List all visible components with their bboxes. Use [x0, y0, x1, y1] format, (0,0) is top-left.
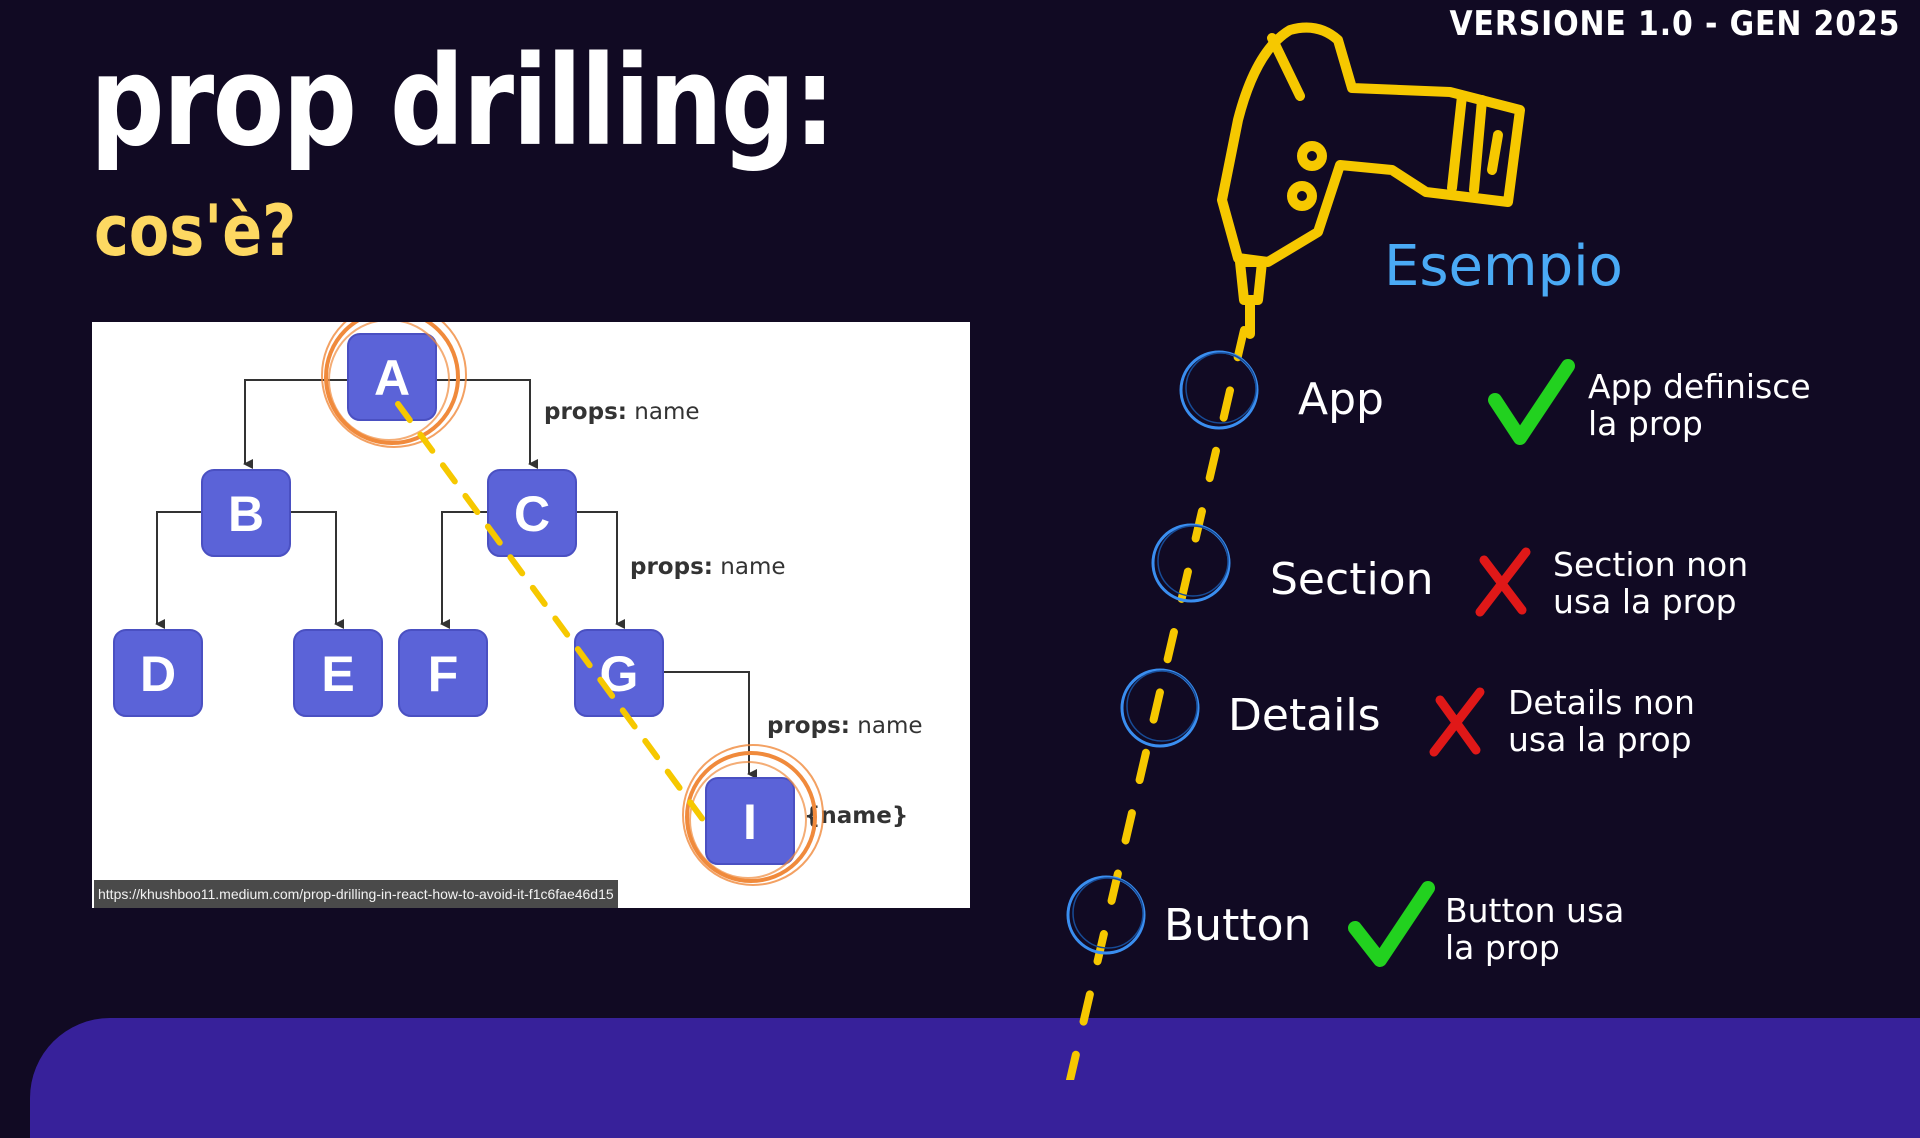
slide-subtitle: cos'è?: [94, 190, 297, 272]
step-name-app: App: [1298, 374, 1384, 425]
edge-a-b: [243, 379, 348, 469]
circle-marker-icon: [1066, 875, 1146, 955]
slide-title: prop drilling:: [90, 30, 836, 174]
step-note-details-line2: usa la prop: [1508, 720, 1692, 759]
step-note-details-line1: Details non: [1508, 683, 1695, 722]
node-i: I: [705, 777, 795, 865]
node-a: A: [347, 333, 437, 421]
step-note-button-line1: Button usa: [1445, 891, 1625, 930]
step-note-section-line1: Section non: [1553, 545, 1749, 584]
step-note-app-line1: App definisce: [1588, 367, 1811, 406]
prop-label-a: props: name: [544, 399, 700, 425]
edge-b-e: [291, 511, 344, 629]
slide: VERSIONE 1.0 - GEN 2025 prop drilling: c…: [0, 0, 1920, 1138]
leaf-annotation: {name}: [804, 803, 908, 829]
bottom-band: [30, 1018, 1920, 1138]
node-c-label: C: [514, 486, 550, 542]
node-e: E: [293, 629, 383, 717]
step-note-details: Details non usa la prop: [1508, 684, 1768, 758]
node-g-label: G: [600, 646, 639, 702]
circle-marker-icon: [1179, 350, 1259, 430]
cross-icon: [1475, 547, 1531, 617]
edge-g-i: [658, 671, 757, 779]
drill-path: [395, 401, 715, 835]
drill-line: [1066, 326, 1248, 1080]
component-tree-diagram: A B C D E F G I props: name props: name …: [92, 322, 970, 908]
cross-icon: [1429, 687, 1485, 757]
step-note-button-line2: la prop: [1445, 928, 1560, 967]
step-name-button: Button: [1164, 900, 1312, 951]
node-b: B: [201, 469, 291, 557]
step-name-section: Section: [1270, 554, 1434, 605]
node-d: D: [113, 629, 203, 717]
node-f-label: F: [428, 646, 459, 702]
check-icon: [1488, 359, 1575, 445]
node-d-label: D: [140, 646, 176, 702]
circle-marker-icon: [1120, 668, 1200, 748]
prop-label-c: props: name: [630, 554, 786, 580]
step-note-button: Button usa la prop: [1445, 892, 1705, 966]
example-heading: Esempio: [1384, 234, 1623, 299]
node-b-label: B: [228, 486, 264, 542]
step-name-details: Details: [1228, 690, 1381, 741]
check-icon: [1348, 881, 1435, 967]
edge-c-g: [576, 511, 625, 629]
node-g: G: [574, 629, 664, 717]
step-note-section: Section non usa la prop: [1553, 546, 1813, 620]
tree-svg: A B C D E F G I props: name props: name …: [113, 322, 923, 886]
source-url: https://khushboo11.medium.com/prop-drill…: [94, 880, 618, 908]
prop-label-g: props: name: [767, 713, 923, 739]
node-a-label: A: [374, 350, 410, 406]
node-i-label: I: [743, 794, 757, 850]
circle-marker-icon: [1151, 523, 1231, 603]
version-label: VERSIONE 1.0 - GEN 2025: [1449, 4, 1900, 44]
node-e-label: E: [321, 646, 354, 702]
node-f: F: [398, 629, 488, 717]
step-note-section-line2: usa la prop: [1553, 582, 1737, 621]
step-note-app: App definisce la prop: [1588, 368, 1848, 442]
step-note-app-line2: la prop: [1588, 404, 1703, 443]
